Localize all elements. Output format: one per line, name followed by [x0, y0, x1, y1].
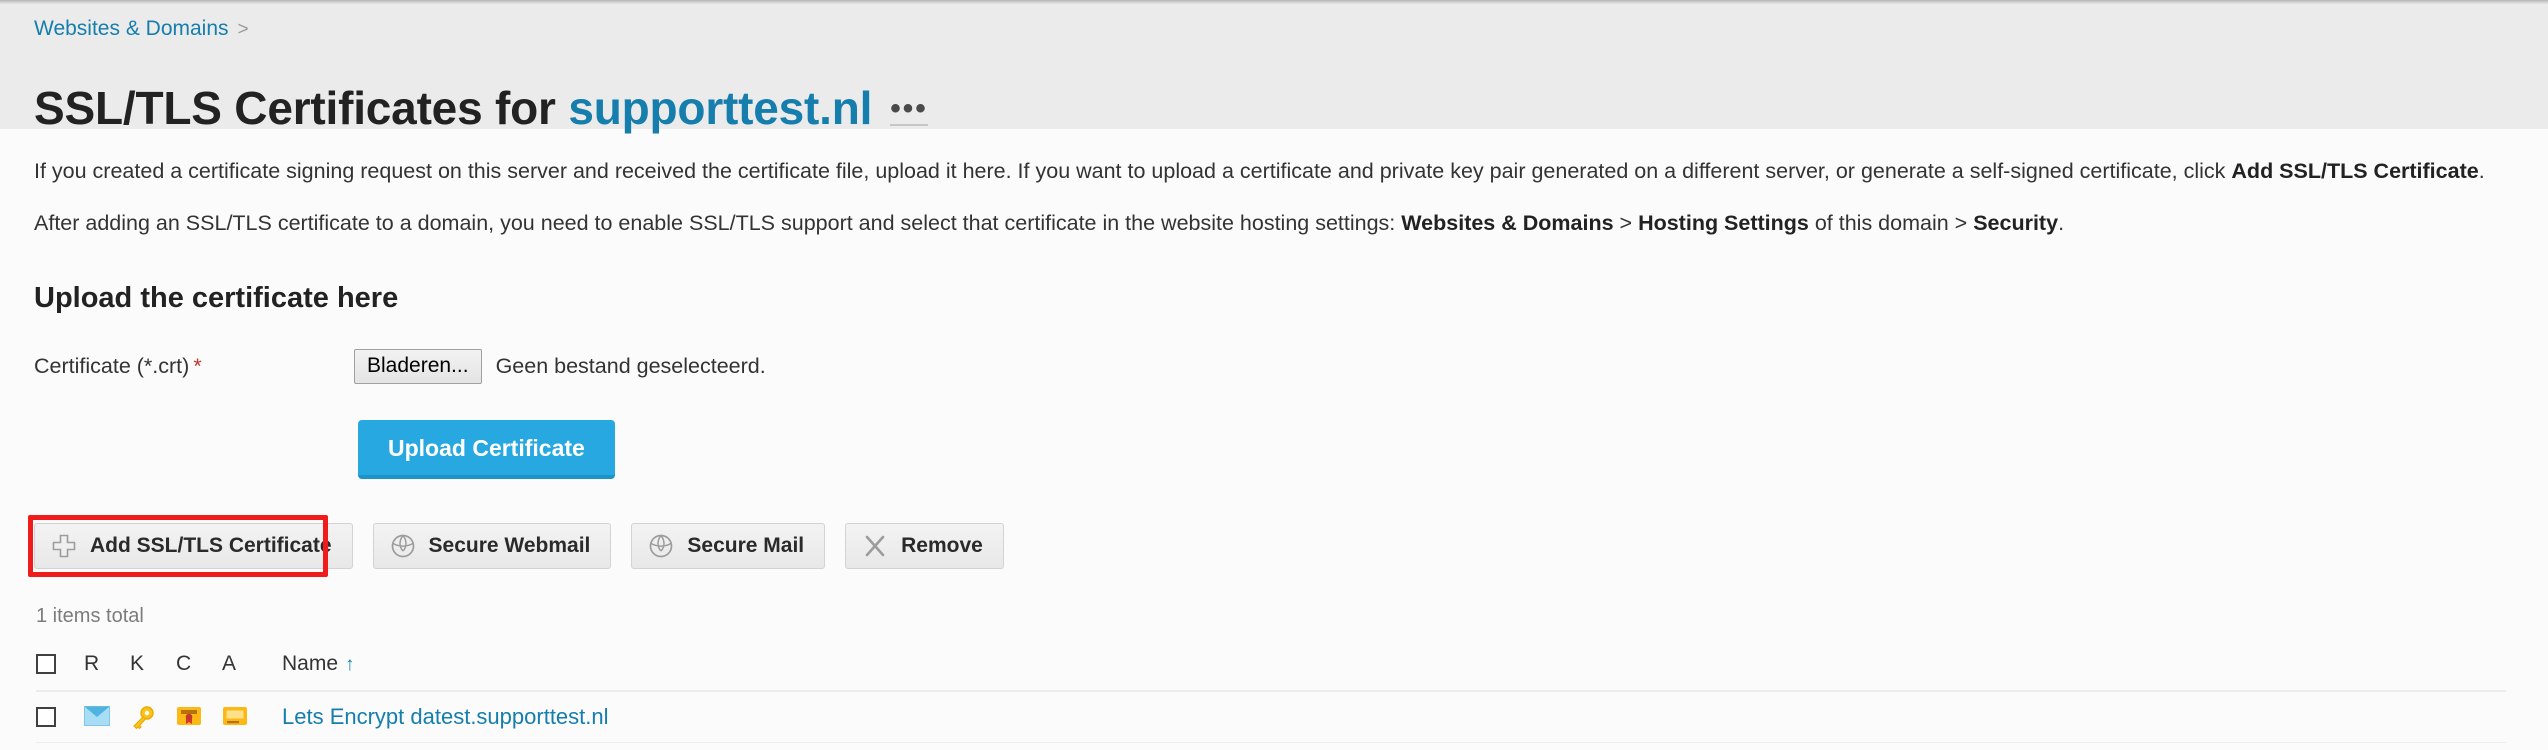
sort-ascending-icon: ↑ — [345, 654, 355, 675]
certificate-toolbar: Add SSL/TLS Certificate Secure Webmail S… — [0, 479, 2548, 577]
certificate-file-input[interactable]: Bladeren... Geen bestand geselecteerd. — [354, 349, 766, 384]
ellipsis-icon[interactable]: ••• — [890, 93, 928, 126]
intro-p2-text-c: . — [2058, 211, 2065, 235]
table-row: Lets Encrypt datest.supporttest.nl — [36, 691, 2506, 743]
certificate-file-row: Certificate (*.crt) * Bladeren... Geen be… — [0, 315, 2548, 384]
certificate-name-link[interactable]: Lets Encrypt datest.supporttest.nl — [282, 704, 609, 729]
intro-p2-text-a: After adding an SSL/TLS certificate to a… — [34, 211, 1402, 235]
plus-icon — [51, 533, 77, 559]
certificate-seal-icon — [176, 706, 202, 728]
column-header-a[interactable]: A — [222, 648, 268, 692]
secure-webmail-button[interactable]: Secure Webmail — [372, 523, 612, 569]
row-checkbox[interactable] — [36, 707, 56, 728]
page-header: Websites & Domains > SSL/TLS Certificates… — [0, 4, 2548, 134]
intro-p2-text-b: of this domain > — [1808, 211, 1974, 235]
intro-p2-sep-1: > — [1613, 211, 1639, 235]
certificate-field-label: Certificate (*.crt) * — [34, 354, 354, 379]
secure-webmail-label: Secure Webmail — [428, 534, 591, 557]
globe-shield-icon — [390, 533, 416, 559]
add-ssl-tls-certificate-button[interactable]: Add SSL/TLS Certificate — [34, 523, 353, 569]
add-ssl-tls-certificate-label: Add SSL/TLS Certificate — [90, 534, 332, 557]
key-icon — [130, 706, 156, 730]
required-marker: * — [193, 354, 202, 378]
breadcrumb-item-websites-domains[interactable]: Websites & Domains — [34, 17, 229, 40]
remove-label: Remove — [901, 534, 983, 557]
row-cell-name: Lets Encrypt datest.supporttest.nl — [268, 691, 2506, 743]
upload-button-wrapper: Upload Certificate — [0, 384, 2548, 479]
cross-icon — [862, 533, 888, 559]
ca-certificate-icon — [222, 706, 248, 728]
intro-p2-bold-2: Hosting Settings — [1638, 211, 1809, 235]
items-total-label: 1 items total — [36, 605, 144, 627]
page-title-prefix: SSL/TLS Certificates for — [34, 81, 569, 134]
intro-paragraph-1: If you created a certificate signing req… — [0, 129, 2548, 186]
table-header-row: R K C A Name ↑ — [36, 648, 2506, 692]
page-title: SSL/TLS Certificates for supporttest.nl — [34, 81, 872, 135]
mail-envelope-icon — [84, 706, 110, 728]
globe-shield-icon — [648, 533, 674, 559]
page-title-domain-link[interactable]: supporttest.nl — [568, 82, 872, 134]
select-all-checkbox[interactable] — [36, 654, 56, 675]
intro-paragraph-2: After adding an SSL/TLS certificate to a… — [0, 186, 2548, 238]
secure-mail-button[interactable]: Secure Mail — [631, 523, 826, 569]
certificates-table: R K C A Name ↑ Lets Encrypt datest.suppo… — [36, 648, 2506, 743]
column-header-c[interactable]: C — [176, 648, 222, 692]
intro-p1-text-b: . — [2478, 159, 2485, 183]
select-all-header — [36, 648, 84, 692]
intro-p1-bold: Add SSL/TLS Certificate — [2231, 159, 2479, 183]
upload-section-title: Upload the certificate here — [34, 282, 399, 314]
page-content: If you created a certificate signing req… — [0, 129, 2548, 743]
breadcrumb: Websites & Domains > — [34, 17, 249, 42]
row-cell-r — [84, 691, 130, 743]
certificate-field-label-text: Certificate (*.crt) — [34, 354, 190, 378]
intro-p2-bold-1: Websites & Domains — [1401, 211, 1614, 235]
row-select-cell — [36, 691, 84, 743]
row-cell-a — [222, 691, 268, 743]
remove-button[interactable]: Remove — [845, 523, 1004, 569]
intro-p2-bold-3: Security — [1973, 211, 2059, 235]
upload-certificate-button[interactable]: Upload Certificate — [358, 420, 615, 479]
column-header-name[interactable]: Name ↑ — [268, 648, 2506, 692]
column-header-k[interactable]: K — [130, 648, 176, 692]
breadcrumb-separator-icon: > — [237, 19, 249, 40]
browse-button[interactable]: Bladeren... — [354, 349, 482, 384]
secure-mail-label: Secure Mail — [687, 534, 805, 557]
file-selection-status: Geen bestand geselecteerd. — [495, 354, 766, 378]
row-cell-c — [176, 691, 222, 743]
intro-p1-text-a: If you created a certificate signing req… — [34, 159, 2232, 183]
row-cell-k — [130, 691, 176, 743]
column-header-r[interactable]: R — [84, 648, 130, 692]
column-header-name-label: Name — [282, 652, 339, 675]
